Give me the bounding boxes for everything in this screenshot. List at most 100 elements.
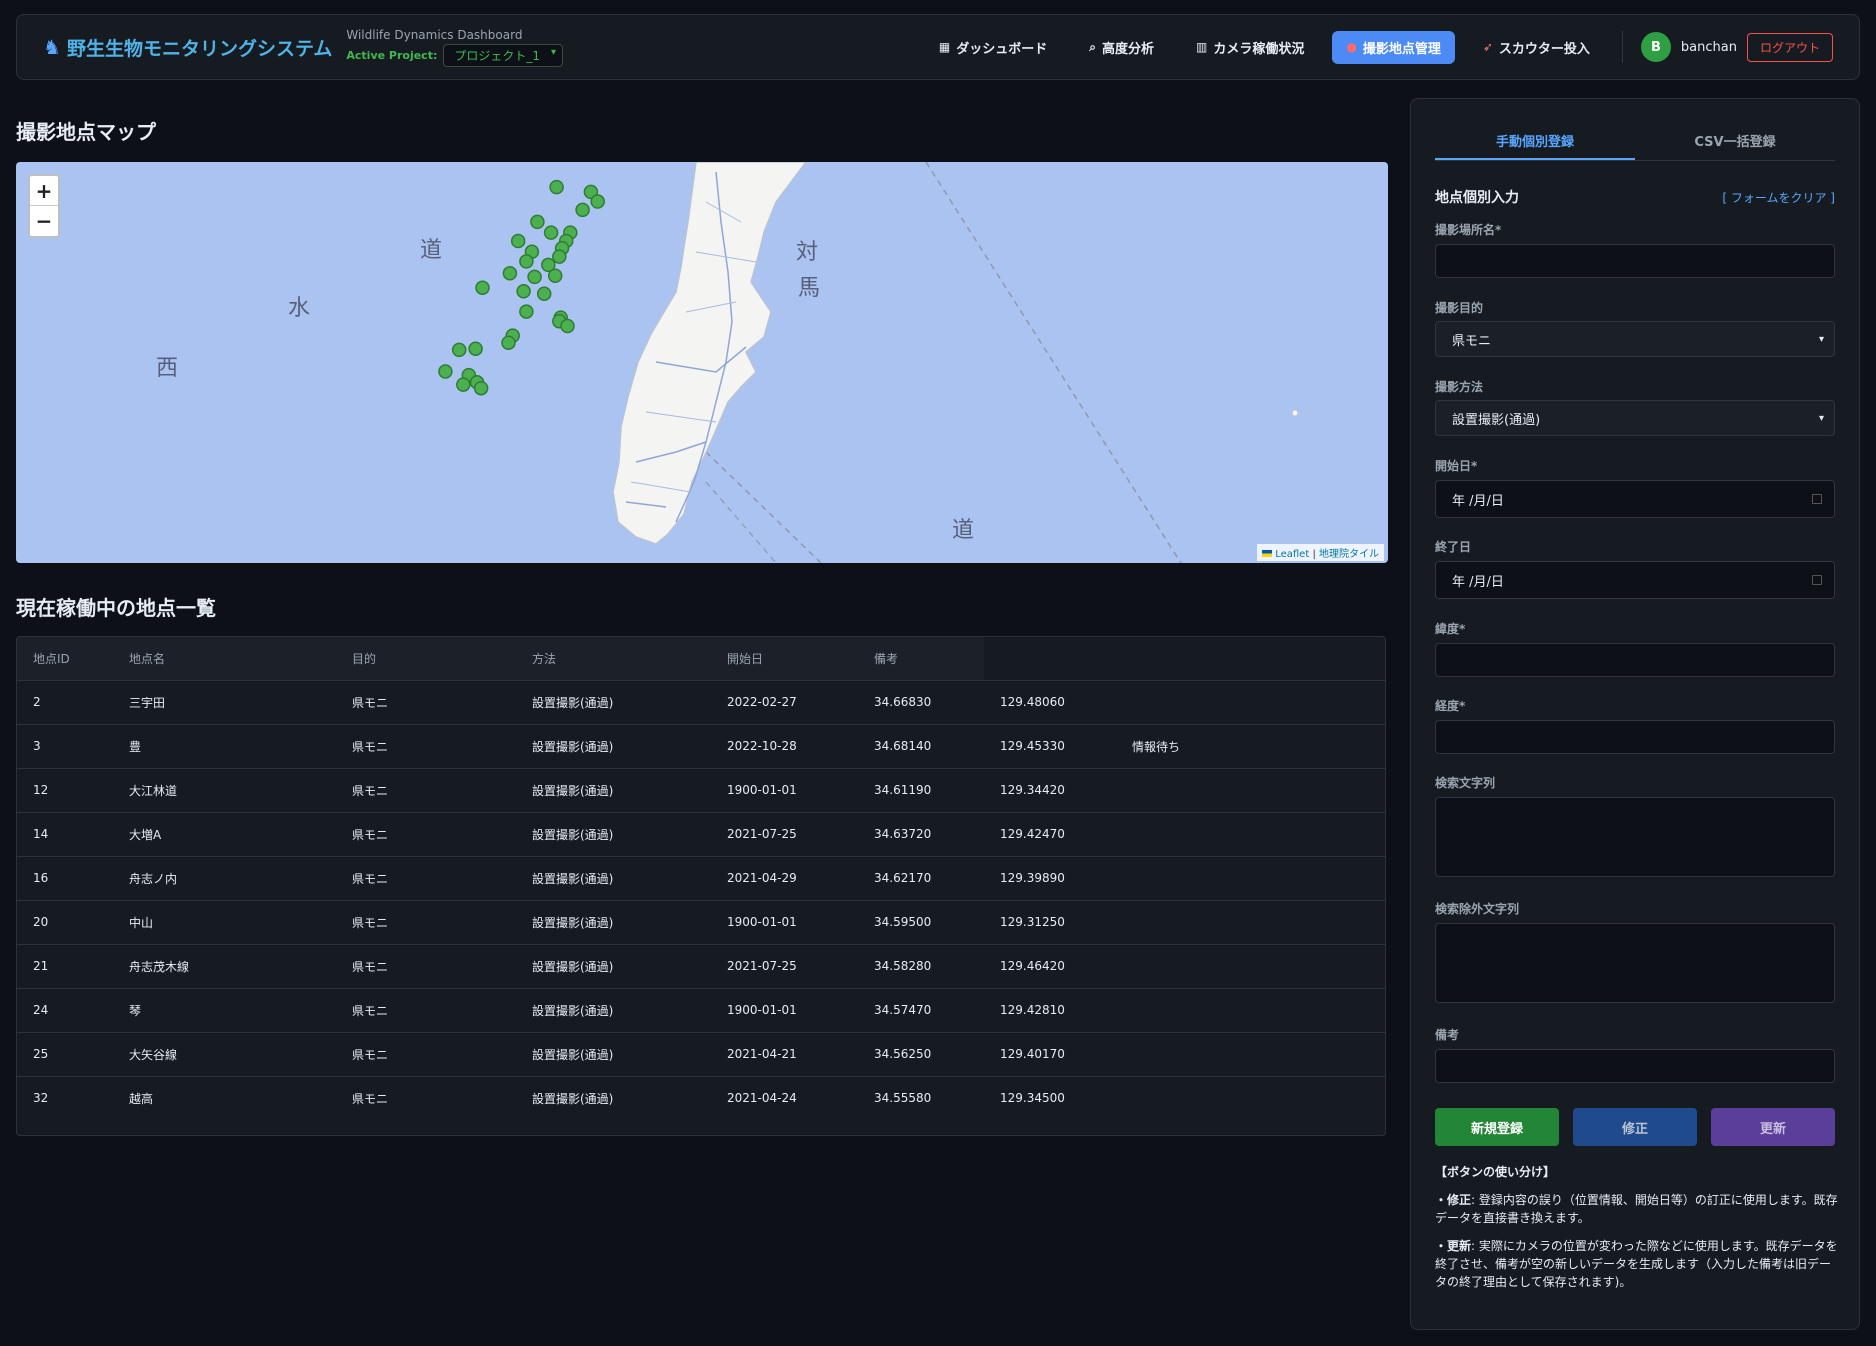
nav-site-label: 撮影地点管理 (1362, 41, 1441, 57)
exclude-string-label: 検索除外文字列 (1435, 902, 1520, 916)
site-marker[interactable] (501, 335, 516, 350)
table-cell: 県モニ (336, 899, 516, 944)
end-date-label: 終了日 (1435, 540, 1472, 554)
table-row[interactable]: 32 越高 県モニ 設置撮影(通過) 2021-04-24 34.55580 129.345… (17, 1075, 1385, 1120)
user-menu: B banchan ログアウト (1640, 32, 1833, 62)
map-attribution: Leaflet | 地理院タイル (1257, 544, 1384, 561)
place-name-input[interactable] (1435, 244, 1835, 278)
nav-dashboard[interactable]: ▦ ダッシュボード (925, 31, 1061, 64)
table-cell: 2021-04-24 (711, 1075, 858, 1120)
site-marker[interactable] (527, 269, 542, 285)
table-cell: 設置撮影(通過) (516, 899, 711, 944)
site-marker[interactable] (473, 380, 489, 396)
calendar-icon[interactable] (1812, 494, 1822, 504)
table-row[interactable]: 14 大増A 県モニ 設置撮影(通過) 2021-07-25 34.63720 129.42… (17, 811, 1385, 856)
table-row[interactable]: 2 三宇田 県モニ 設置撮影(通過) 2022-02-27 34.66830 129.480… (17, 679, 1385, 724)
table-cell: 越高 (113, 1075, 336, 1120)
help-update: ・更新: 実際にカメラの位置が変わった際などに使用します。既存データを終了させ、… (1435, 1237, 1839, 1291)
attribution-separator: | (1309, 549, 1319, 560)
site-marker[interactable] (519, 254, 534, 269)
table-cell: 2021-04-29 (711, 855, 858, 900)
leaflet-link[interactable]: Leaflet (1275, 549, 1309, 560)
calendar-icon[interactable] (1812, 575, 1822, 585)
table-cell: 1900-01-01 (711, 987, 858, 1032)
tab-csv-import[interactable]: CSV一括登録 (1635, 131, 1835, 160)
exclude-string-textarea[interactable] (1435, 923, 1835, 1003)
table-cell: 中山 (113, 899, 336, 944)
site-marker[interactable] (468, 341, 483, 356)
clear-form-link[interactable]: [ フォームをクリア ] (1722, 189, 1835, 206)
table-cell: 三宇田 (113, 679, 336, 724)
table-cell: 設置撮影(通過) (516, 723, 711, 768)
avatar[interactable]: B (1640, 32, 1671, 62)
nav-camera-status[interactable]: ▥ カメラ稼働状況 (1182, 31, 1318, 64)
latitude-input[interactable] (1435, 643, 1835, 677)
fix-button[interactable]: 修正 (1573, 1108, 1697, 1146)
new-register-button[interactable]: 新規登録 (1435, 1108, 1559, 1146)
table-cell: 設置撮影(通過) (516, 679, 711, 724)
table-row[interactable]: 3 豊県モニ 設置撮影(通過) 2022-10-28 34.68140 129.45330… (17, 723, 1385, 768)
method-value: 設置撮影(通過) (1452, 412, 1541, 428)
table-cell: 21 (17, 943, 113, 988)
site-marker[interactable] (456, 377, 471, 392)
end-date-input[interactable]: 年 /月/日 (1435, 561, 1835, 599)
table-cell (1116, 811, 1385, 856)
site-marker[interactable] (519, 304, 534, 319)
table-cell: 大矢谷線 (113, 1031, 336, 1076)
nav-advanced-analysis[interactable]: ⌕ 高度分析 (1075, 31, 1168, 64)
site-marker[interactable] (438, 364, 453, 379)
table-row[interactable]: 24 琴県モニ 設置撮影(通過) 1900-01-01 34.57470 129.4281… (17, 987, 1385, 1032)
site-marker[interactable] (590, 194, 605, 209)
column-header-blank (1116, 637, 1385, 680)
site-marker[interactable] (530, 214, 545, 230)
method-select[interactable]: 設置撮影(通過) ▾ (1435, 400, 1835, 436)
button-help: 【ボタンの使い分け】 ・修正: 登録内容の誤り（位置情報、開始日等）の訂正に使用… (1435, 1163, 1839, 1301)
logout-button[interactable]: ログアウト (1746, 32, 1833, 62)
tiles-link[interactable]: 地理院タイル (1319, 549, 1379, 560)
site-marker[interactable] (502, 266, 518, 281)
site-marker[interactable] (536, 286, 552, 301)
table-cell: 129.34500 (984, 1075, 1116, 1120)
dashboard-icon: ▦ (938, 40, 951, 54)
table-row[interactable]: 16 舟志ノ内 県モニ 設置撮影(通過) 2021-04-29 34.62170 129.3… (17, 855, 1385, 900)
note-input[interactable] (1435, 1049, 1835, 1083)
zoom-out-button[interactable]: − (30, 206, 58, 236)
longitude-input[interactable] (1435, 720, 1835, 754)
table-row[interactable]: 21 舟志茂木線 県モニ 設置撮影(通過) 2021-07-25 34.58280 129.… (17, 943, 1385, 988)
main-nav: ▦ ダッシュボード ⌕ 高度分析 ▥ カメラ稼働状況 ● 撮影地点管理 ➶ スカ… (925, 30, 1833, 64)
project-select[interactable]: プロジェクト_1 ▾ (443, 43, 563, 67)
column-header: 地点ID (17, 637, 113, 680)
table-cell: 大増A (113, 811, 336, 856)
nav-site-management[interactable]: ● 撮影地点管理 (1332, 30, 1455, 64)
site-marker[interactable] (575, 202, 590, 218)
site-map[interactable]: 道 水 西 対 馬 道 + − Leaflet | 地理院タイル (16, 162, 1388, 563)
table-cell: 129.45330 (984, 723, 1116, 768)
column-header: 目的 (336, 637, 516, 680)
site-marker[interactable] (451, 342, 467, 358)
site-marker[interactable] (560, 318, 575, 334)
help-fix: ・修正: 登録内容の誤り（位置情報、開始日等）の訂正に使用します。既存データを直… (1435, 1191, 1839, 1227)
purpose-select[interactable]: 県モニ ▾ (1435, 321, 1835, 357)
table-row[interactable]: 20 中山 県モニ 設置撮影(通過) 1900-01-01 34.59500 129.312… (17, 899, 1385, 944)
table-cell: 34.62170 (858, 855, 984, 900)
start-date-input[interactable]: 年 /月/日 (1435, 480, 1835, 518)
search-string-textarea[interactable] (1435, 797, 1835, 877)
nav-scouter[interactable]: ➶ スカウター投入 (1469, 31, 1604, 64)
site-marker[interactable] (543, 225, 559, 240)
site-marker[interactable] (552, 249, 567, 264)
table-row[interactable]: 12 大江林道 県モニ 設置撮影(通過) 1900-01-01 34.61190 129.3… (17, 767, 1385, 812)
site-marker[interactable] (547, 268, 563, 283)
site-marker[interactable] (549, 179, 564, 195)
start-date-label: 開始日* (1435, 459, 1478, 473)
brand[interactable]: ♞ 野生生物モニタリングシステム (43, 34, 332, 61)
table-cell (1116, 1031, 1385, 1076)
table-row[interactable]: 25 大矢谷線 県モニ 設置撮影(通過) 2021-04-21 34.56250 129.4… (17, 1031, 1385, 1076)
site-marker[interactable] (516, 284, 531, 299)
tab-manual-entry[interactable]: 手動個別登録 (1435, 131, 1635, 160)
column-header: 開始日 (711, 637, 858, 680)
update-button[interactable]: 更新 (1711, 1108, 1835, 1146)
zoom-in-button[interactable]: + (30, 176, 58, 206)
site-marker[interactable] (510, 233, 526, 249)
site-marker[interactable] (475, 280, 490, 295)
help-title: 【ボタンの使い分け】 (1435, 1165, 1556, 1179)
